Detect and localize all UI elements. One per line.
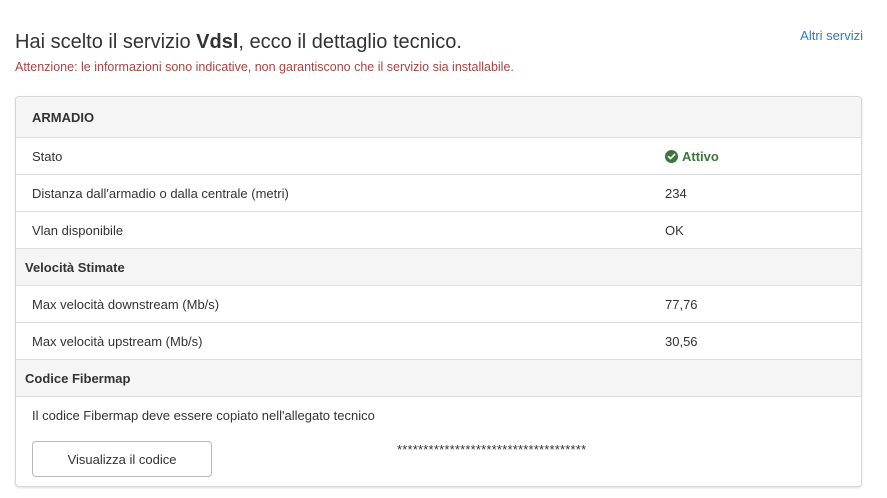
page-title: Hai scelto il servizio Vdsl, ecco il det… (15, 28, 875, 56)
service-name: Vdsl (196, 31, 239, 53)
row-label: Max velocità upstream (Mb/s) (32, 333, 203, 349)
section-velocita-stimate: Velocità Stimate (16, 249, 861, 286)
show-code-button[interactable]: Visualizza il codice (32, 441, 212, 477)
row-value: OK (665, 222, 684, 238)
row-value: 30,56 (665, 333, 698, 349)
row-label: Vlan disponibile (32, 222, 124, 238)
fibermap-description: Il codice Fibermap deve essere copiato n… (32, 408, 375, 423)
row-distanza: Distanza dall'armadio o dalla centrale (… (16, 175, 861, 212)
row-downstream: Max velocità downstream (Mb/s) 77,76 (16, 286, 861, 323)
row-upstream: Max velocità upstream (Mb/s) 30,56 (16, 323, 861, 360)
title-prefix: Hai scelto il servizio (15, 31, 197, 53)
fibermap-actions: Visualizza il codice *******************… (16, 434, 861, 480)
row-label: Distanza dall'armadio o dalla centrale (… (32, 185, 289, 201)
row-label: Max velocità downstream (Mb/s) (32, 296, 220, 312)
check-circle-icon (665, 149, 678, 163)
row-value: 234 (665, 185, 687, 201)
status-badge: Attivo (665, 149, 719, 164)
title-suffix: , ecco il dettaglio tecnico. (238, 31, 462, 53)
status-text: Attivo (682, 148, 719, 164)
technical-detail-panel: ARMADIO Stato Attivo Distanza dall'armad… (15, 96, 862, 487)
row-vlan: Vlan disponibile OK (16, 212, 861, 249)
row-stato: Stato Attivo (16, 138, 861, 175)
row-value: Attivo (665, 149, 719, 164)
row-label: Stato (32, 148, 63, 164)
row-value: 77,76 (665, 296, 698, 312)
other-services-link[interactable]: Altri servizi (800, 28, 863, 43)
section-codice-fibermap: Codice Fibermap (16, 360, 861, 397)
panel-heading: ARMADIO (16, 97, 861, 138)
masked-fibermap-code: ************************************ (397, 442, 587, 457)
page-header: Hai scelto il servizio Vdsl, ecco il det… (15, 28, 875, 76)
warning-message: Attenzione: le informazioni sono indicat… (15, 60, 514, 74)
